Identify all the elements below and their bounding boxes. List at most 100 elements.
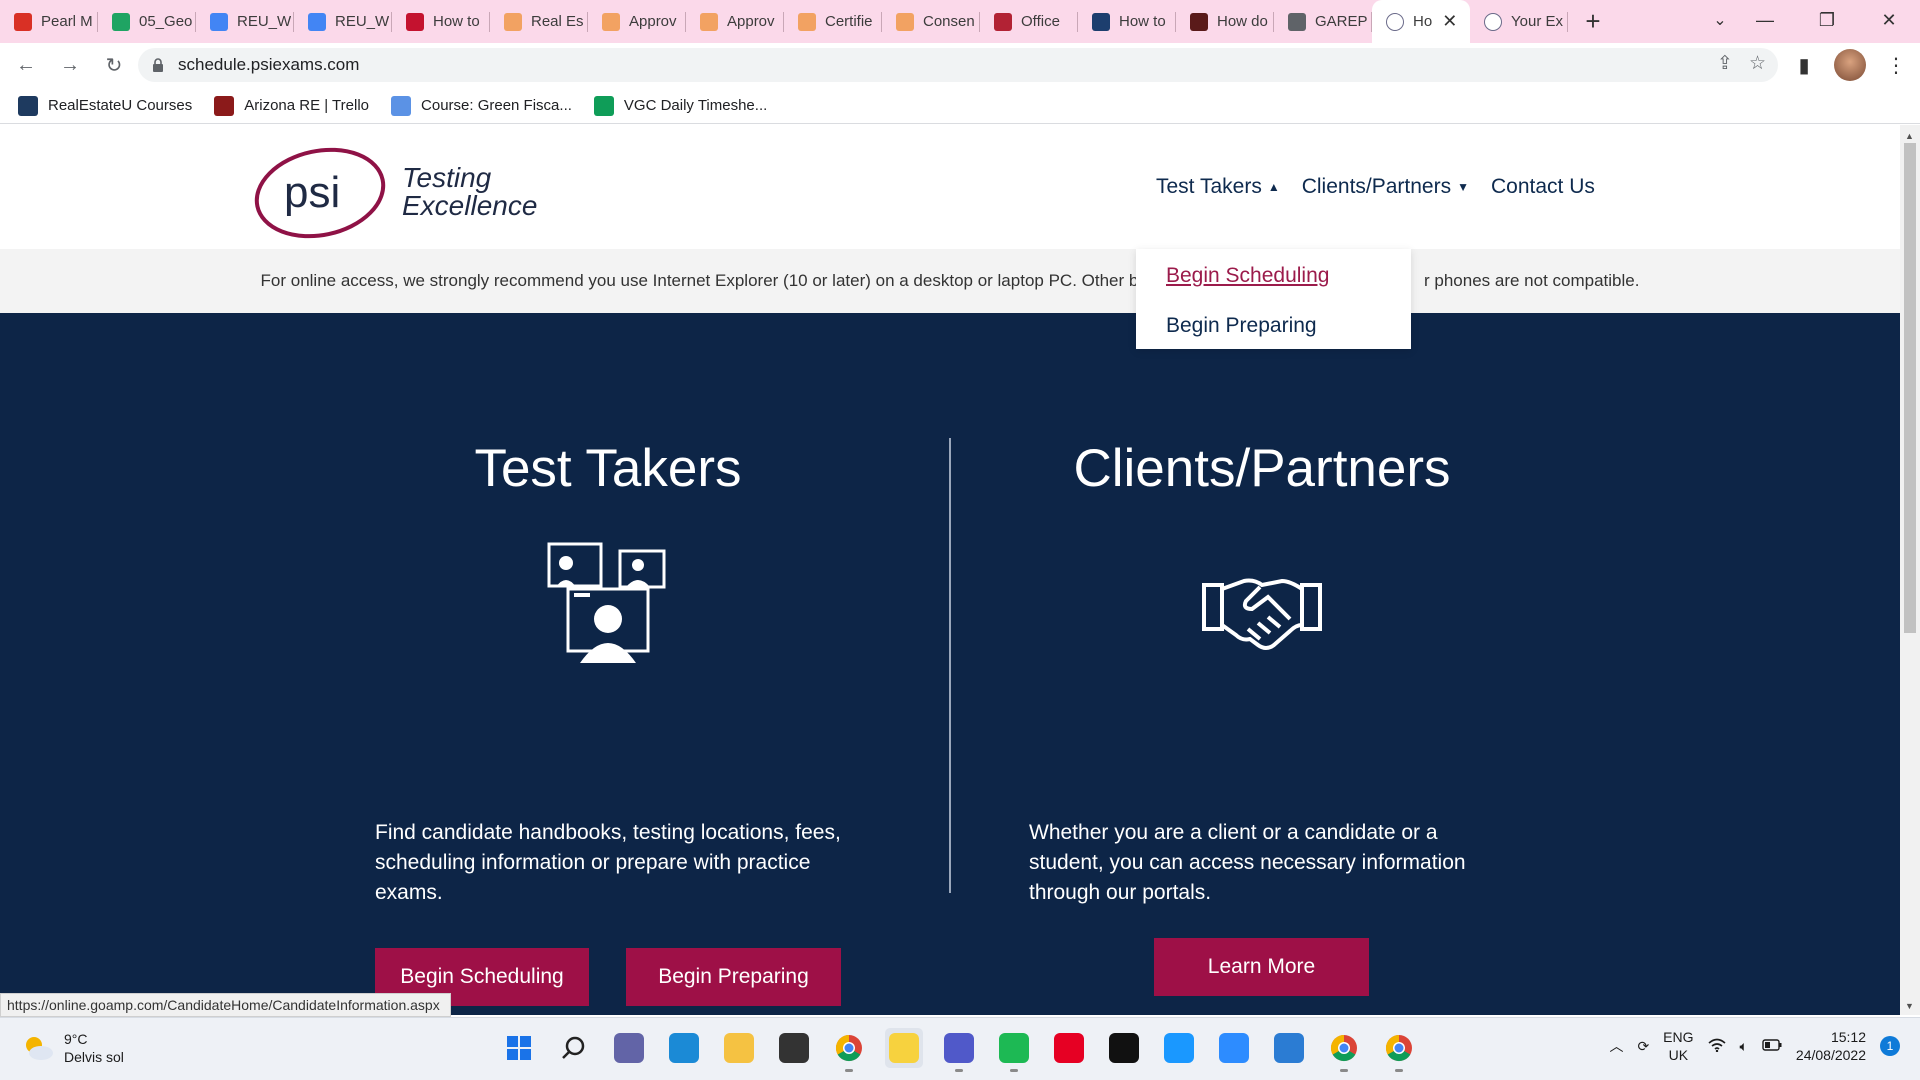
store-icon[interactable] xyxy=(775,1028,813,1068)
share-icon[interactable]: ⇪ xyxy=(1717,52,1733,75)
sticky-notes-icon[interactable] xyxy=(885,1028,923,1068)
browser-tab[interactable]: 05_Geo xyxy=(98,0,196,43)
begin-preparing-button[interactable]: Begin Preparing xyxy=(626,948,841,1006)
todo-icon[interactable] xyxy=(1270,1028,1308,1068)
store-icon-glyph xyxy=(779,1033,809,1063)
notification-badge[interactable]: 1 xyxy=(1880,1036,1900,1056)
pinterest-icon[interactable] xyxy=(1050,1028,1088,1068)
spotify-icon-glyph xyxy=(999,1033,1029,1063)
dropdown-begin-preparing[interactable]: Begin Preparing xyxy=(1166,301,1411,351)
nav-contact-us[interactable]: Contact Us xyxy=(1491,175,1595,199)
system-clock[interactable]: 15:12 24/08/2022 xyxy=(1796,1028,1866,1064)
menu-icon[interactable]: ⋮ xyxy=(1880,49,1912,81)
chrome-profile-2-icon[interactable] xyxy=(1380,1028,1418,1072)
tab-label: How to xyxy=(433,13,480,30)
browser-tab[interactable]: Consen xyxy=(882,0,980,43)
browser-tab[interactable]: REU_W xyxy=(196,0,294,43)
wifi-icon[interactable] xyxy=(1707,1038,1726,1055)
browser-tab[interactable]: How to xyxy=(392,0,490,43)
browser-tab[interactable]: How to xyxy=(1078,0,1176,43)
chrome-profile-icon[interactable] xyxy=(1325,1028,1363,1072)
bookmark-item[interactable]: Course: Green Fisca... xyxy=(391,95,572,116)
tab-label: How do xyxy=(1217,13,1268,30)
new-tab-button[interactable]: + xyxy=(1568,0,1618,43)
browser-tab[interactable]: Your Ex xyxy=(1470,0,1568,43)
browser-tab[interactable]: Certifie xyxy=(784,0,882,43)
trello-icon xyxy=(214,95,235,116)
profile-avatar[interactable] xyxy=(1834,49,1866,81)
google-sheets-icon xyxy=(593,95,614,116)
psi-icon xyxy=(1484,12,1502,31)
forward-button[interactable]: → xyxy=(52,48,88,84)
nav-clients-partners[interactable]: Clients/Partners ▼ xyxy=(1302,175,1469,199)
language-indicator[interactable]: ENG UK xyxy=(1663,1028,1693,1064)
nav-contact-label: Contact Us xyxy=(1491,175,1595,198)
maximize-button[interactable]: ❐ xyxy=(1796,0,1858,40)
scroll-up-arrow-icon[interactable]: ▲ xyxy=(1905,131,1914,141)
bookmark-label: Course: Green Fisca... xyxy=(421,97,572,114)
browser-toolbar: ← → ↻ schedule.psiexams.com ⇪ ☆ ▮ ⋮ xyxy=(0,43,1920,88)
bookmark-item[interactable]: Arizona RE | Trello xyxy=(214,95,369,116)
volume-icon[interactable]: 🔈︎ xyxy=(1740,1038,1748,1055)
url-text[interactable]: schedule.psiexams.com xyxy=(178,55,359,75)
browser-tab[interactable]: GAREP xyxy=(1274,0,1372,43)
weather-temperature: 9°C xyxy=(64,1031,88,1047)
bookmark-label: VGC Daily Timeshe... xyxy=(623,97,768,114)
side-panel-icon[interactable]: ▮ xyxy=(1788,49,1820,81)
nav-clients-label: Clients/Partners xyxy=(1301,175,1452,198)
browser-tab[interactable]: Pearl M xyxy=(0,0,98,43)
file-explorer-icon[interactable] xyxy=(720,1028,758,1068)
spotify-icon[interactable] xyxy=(995,1028,1033,1072)
chrome-icon-glyph xyxy=(834,1033,864,1063)
close-tab-icon[interactable]: ✕ xyxy=(1442,11,1457,32)
column-divider xyxy=(949,438,951,893)
prime-video-icon[interactable] xyxy=(1160,1028,1198,1068)
browser-tab[interactable]: Approv xyxy=(588,0,686,43)
sync-icon[interactable]: ⟳ xyxy=(1637,1038,1649,1055)
flag-icon xyxy=(994,12,1012,31)
search-icon[interactable] xyxy=(555,1028,593,1068)
browser-tab[interactable]: How do xyxy=(1176,0,1274,43)
teams-chat-icon[interactable] xyxy=(610,1028,648,1068)
hero-section: Test Takers Find candidate handbooks, te… xyxy=(0,313,1900,1015)
reload-button[interactable]: ↻ xyxy=(96,48,132,84)
active-browser-tab[interactable]: Ho ✕ xyxy=(1372,0,1470,43)
browser-tab[interactable]: REU_W xyxy=(294,0,392,43)
scroll-down-arrow-icon[interactable]: ▼ xyxy=(1905,1001,1914,1011)
psi-icon xyxy=(1386,12,1404,31)
site-header: psi Testing Excellence Test Takers ▲ Cli… xyxy=(0,125,1900,249)
peach-icon xyxy=(896,12,914,31)
notice-text: For online access, we strongly recommend… xyxy=(260,271,1144,290)
weather-widget[interactable]: 9°C Delvis sol xyxy=(22,1030,124,1066)
browser-tab[interactable]: Approv xyxy=(686,0,784,43)
nav-test-takers[interactable]: Test Takers ▲ xyxy=(1156,175,1280,199)
netflix-icon[interactable] xyxy=(1105,1028,1143,1068)
handshake-icon xyxy=(1200,571,1324,656)
bookmark-star-icon[interactable]: ☆ xyxy=(1749,52,1766,75)
chevron-up-icon[interactable]: ︿ xyxy=(1609,1036,1623,1056)
dropdown-begin-scheduling[interactable]: Begin Scheduling xyxy=(1166,251,1411,301)
bookmark-item[interactable]: VGC Daily Timeshe... xyxy=(593,95,768,116)
browser-tab[interactable]: Real Es xyxy=(490,0,588,43)
back-button[interactable]: ← xyxy=(8,48,44,84)
chrome-icon[interactable] xyxy=(830,1028,868,1072)
psi-logo[interactable]: psi Testing Excellence xyxy=(254,143,544,243)
todo-icon-glyph xyxy=(1274,1033,1304,1063)
edge-icon[interactable] xyxy=(665,1028,703,1068)
zoom-icon[interactable] xyxy=(1215,1028,1253,1068)
close-window-button[interactable]: ✕ xyxy=(1858,0,1920,40)
teams-icon-glyph xyxy=(944,1033,974,1063)
battery-icon[interactable] xyxy=(1762,1038,1782,1054)
page-scrollbar[interactable]: ▲ ▼ xyxy=(1900,125,1920,1015)
browser-tab[interactable]: Office xyxy=(980,0,1078,43)
learn-more-button[interactable]: Learn More xyxy=(1154,938,1369,996)
teams-icon[interactable] xyxy=(940,1028,978,1072)
browser-tab-bar: Pearl M 05_Geo REU_W REU_W How to Real Es Appr… xyxy=(0,0,1920,43)
windows-start-icon[interactable] xyxy=(500,1028,538,1068)
minimize-button[interactable]: — xyxy=(1734,0,1796,40)
bookmark-item[interactable]: RealEstateU Courses xyxy=(18,95,192,116)
scrollbar-thumb[interactable] xyxy=(1904,143,1916,633)
google-drive-icon xyxy=(112,12,130,31)
address-bar[interactable]: schedule.psiexams.com ⇪ ☆ xyxy=(138,48,1778,82)
tab-label: REU_W xyxy=(237,13,292,30)
